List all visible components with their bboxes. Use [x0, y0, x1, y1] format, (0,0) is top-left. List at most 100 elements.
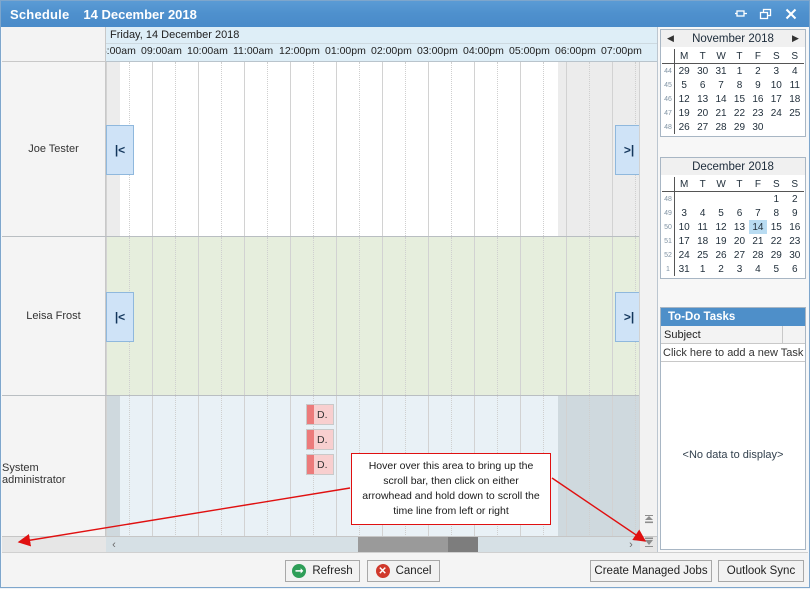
calendar-day[interactable]: 26: [674, 120, 693, 134]
calendar-day[interactable]: 29: [674, 64, 693, 79]
calendar-month-label[interactable]: November 2018: [692, 33, 774, 45]
calendar-day-selected[interactable]: 14: [749, 220, 767, 234]
close-icon[interactable]: [784, 7, 798, 21]
pin-icon[interactable]: [734, 7, 748, 21]
scrollbar-track[interactable]: [106, 537, 640, 552]
cancel-button[interactable]: ✕ Cancel: [367, 560, 440, 582]
calendar-day[interactable]: 12: [712, 220, 730, 234]
calendar-day[interactable]: 20: [730, 234, 748, 248]
appointment-block[interactable]: D.: [306, 429, 334, 450]
horizontal-scrollbar[interactable]: ‹ ›: [2, 536, 658, 552]
resource-name[interactable]: Joe Tester: [2, 62, 106, 236]
calendar-day[interactable]: 6: [786, 262, 804, 276]
calendar-day[interactable]: 6: [693, 78, 711, 92]
calendar-day[interactable]: 3: [730, 262, 748, 276]
calendar-day[interactable]: 16: [749, 92, 767, 106]
calendar-day[interactable]: 25: [786, 106, 804, 120]
calendar-day[interactable]: 23: [786, 234, 804, 248]
calendar-day[interactable]: 19: [712, 234, 730, 248]
scrollbar-thumb-secondary[interactable]: [448, 537, 478, 552]
calendar-next-month-icon[interactable]: ▶: [789, 32, 802, 45]
calendar-day[interactable]: 18: [693, 234, 711, 248]
calendar-day[interactable]: 17: [674, 234, 693, 248]
calendar-day[interactable]: 2: [786, 192, 804, 207]
calendar-day[interactable]: 25: [693, 248, 711, 262]
calendar-day[interactable]: 28: [749, 248, 767, 262]
calendar-day[interactable]: 24: [674, 248, 693, 262]
calendar-day[interactable]: 2: [712, 262, 730, 276]
calendar-day[interactable]: 19: [674, 106, 693, 120]
calendar-day[interactable]: 23: [749, 106, 767, 120]
calendar-day[interactable]: 3: [767, 64, 785, 79]
calendar-day[interactable]: 29: [730, 120, 748, 134]
calendar-day[interactable]: 31: [674, 262, 693, 276]
calendar-day[interactable]: 9: [786, 206, 804, 220]
calendar-day[interactable]: 28: [712, 120, 730, 134]
calendar-day[interactable]: 7: [712, 78, 730, 92]
calendar-day[interactable]: 24: [767, 106, 785, 120]
todo-column-subject[interactable]: Subject: [661, 326, 783, 343]
calendar-day[interactable]: 1: [730, 64, 748, 79]
resource-name[interactable]: Leisa Frost: [2, 237, 106, 395]
calendar-day[interactable]: 13: [730, 220, 748, 234]
resource-timeline[interactable]: |<>|: [106, 62, 658, 236]
expand-all-icon[interactable]: [642, 535, 656, 549]
calendar-day[interactable]: 4: [786, 64, 804, 79]
create-managed-jobs-button[interactable]: Create Managed Jobs: [590, 560, 712, 582]
calendar-day[interactable]: 4: [749, 262, 767, 276]
calendar-day[interactable]: 14: [712, 92, 730, 106]
calendar-month-label[interactable]: December 2018: [692, 161, 774, 173]
calendar-day[interactable]: 8: [730, 78, 748, 92]
scrollbar-thumb[interactable]: [358, 537, 448, 552]
calendar-day[interactable]: 30: [693, 64, 711, 79]
calendar-day[interactable]: 10: [674, 220, 693, 234]
calendar-day[interactable]: 12: [674, 92, 693, 106]
restore-icon[interactable]: [759, 7, 773, 21]
calendar-day[interactable]: 15: [767, 220, 785, 234]
collapse-all-icon[interactable]: [642, 513, 656, 527]
calendar-day[interactable]: 18: [786, 92, 804, 106]
calendar-day[interactable]: 26: [712, 248, 730, 262]
refresh-button[interactable]: ➞ Refresh: [285, 560, 360, 582]
calendar-day[interactable]: 15: [730, 92, 748, 106]
appointment-block[interactable]: D.: [306, 404, 334, 425]
scroll-right-arrowhead[interactable]: ›: [624, 537, 638, 552]
calendar-day[interactable]: 10: [767, 78, 785, 92]
calendar-day[interactable]: 21: [749, 234, 767, 248]
calendar-day[interactable]: 5: [767, 262, 785, 276]
todo-add-new-row[interactable]: Click here to add a new Task: [661, 344, 805, 362]
calendar-day[interactable]: 9: [749, 78, 767, 92]
calendar-day[interactable]: 3: [674, 206, 693, 220]
calendar-day[interactable]: 1: [693, 262, 711, 276]
calendar-day[interactable]: 8: [767, 206, 785, 220]
calendar-day[interactable]: 27: [730, 248, 748, 262]
calendar-day[interactable]: 1: [767, 192, 785, 207]
calendar-day[interactable]: 6: [730, 206, 748, 220]
calendar-day[interactable]: 22: [730, 106, 748, 120]
calendar-day[interactable]: 31: [712, 64, 730, 79]
appointment-block[interactable]: D.: [306, 454, 334, 475]
calendar-day[interactable]: 22: [767, 234, 785, 248]
calendar-day[interactable]: 16: [786, 220, 804, 234]
calendar-day[interactable]: 21: [712, 106, 730, 120]
calendar-day[interactable]: 13: [693, 92, 711, 106]
calendar-day[interactable]: 27: [693, 120, 711, 134]
calendar-day[interactable]: 30: [749, 120, 767, 134]
calendar-day[interactable]: 11: [693, 220, 711, 234]
calendar-day[interactable]: 17: [767, 92, 785, 106]
calendar-day[interactable]: 5: [674, 78, 693, 92]
scroll-left-arrowhead[interactable]: ‹: [107, 537, 121, 552]
calendar-day[interactable]: 7: [749, 206, 767, 220]
calendar-day[interactable]: 5: [712, 206, 730, 220]
calendar-day[interactable]: 11: [786, 78, 804, 92]
resource-timeline[interactable]: |<>|: [106, 237, 658, 395]
resource-name[interactable]: System administrator: [2, 396, 106, 551]
calendar-day[interactable]: 2: [749, 64, 767, 79]
nav-previous-appointment-button[interactable]: |<: [106, 292, 134, 342]
outlook-sync-button[interactable]: Outlook Sync: [718, 560, 804, 582]
calendar-day[interactable]: 20: [693, 106, 711, 120]
nav-previous-appointment-button[interactable]: |<: [106, 125, 134, 175]
calendar-day[interactable]: 4: [693, 206, 711, 220]
calendar-prev-month-icon[interactable]: ◀: [664, 32, 677, 45]
calendar-day[interactable]: 29: [767, 248, 785, 262]
